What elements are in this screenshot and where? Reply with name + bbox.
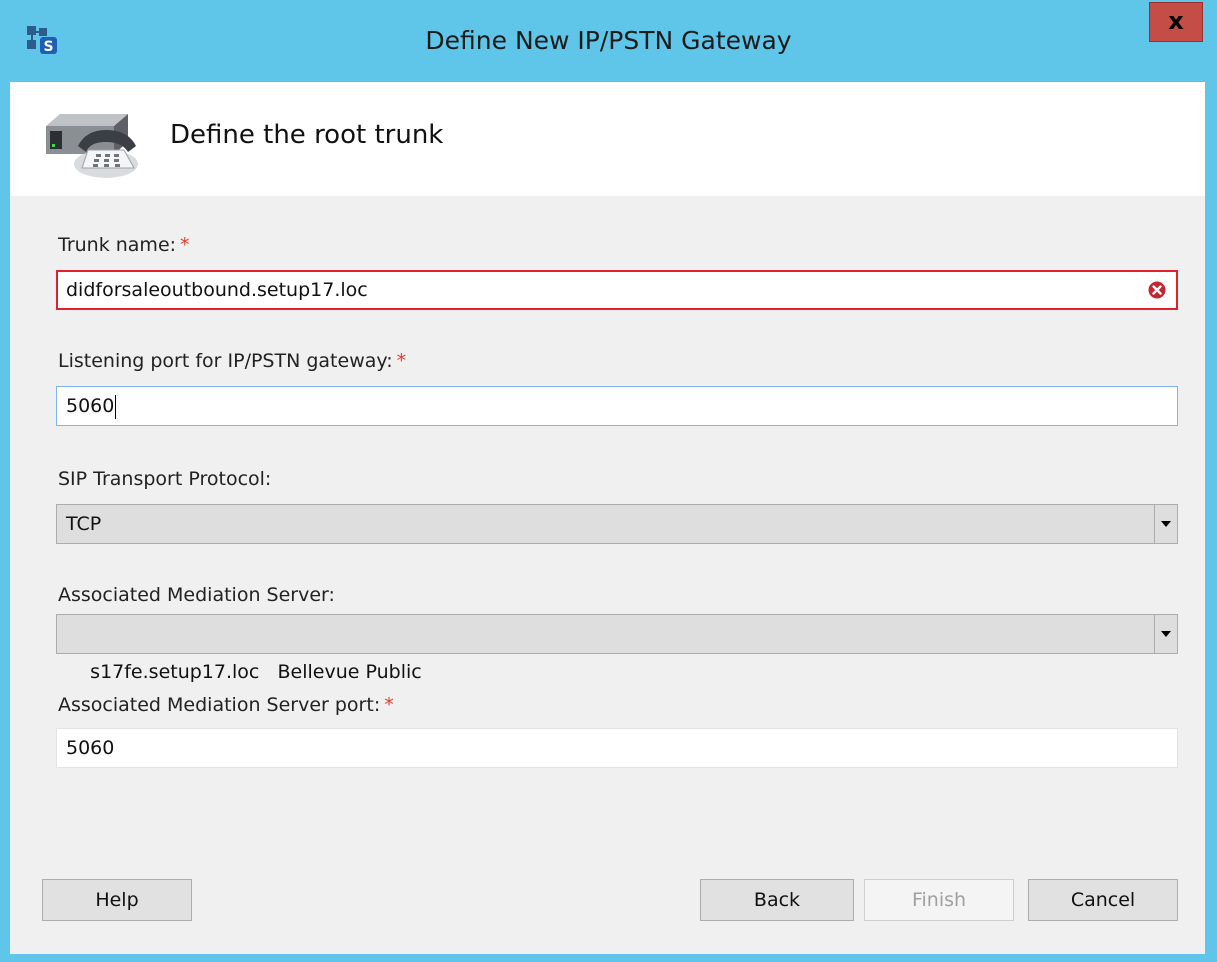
window-title: Define New IP/PSTN Gateway xyxy=(425,26,792,55)
listening-port-input[interactable]: 5060 xyxy=(56,386,1178,426)
mediation-port-value: 5060 xyxy=(66,737,115,759)
cancel-button[interactable]: Cancel xyxy=(1028,879,1178,921)
required-asterisk: * xyxy=(180,234,190,256)
close-button[interactable]: x xyxy=(1149,2,1203,42)
trunk-name-input[interactable]: didforsaleoutbound.setup17.loc xyxy=(56,270,1178,310)
listening-port-label-text: Listening port for IP/PSTN gateway: xyxy=(58,350,393,372)
mediation-server-label: Associated Mediation Server: xyxy=(58,584,335,606)
text-caret xyxy=(115,394,117,419)
mediation-port-label-text: Associated Mediation Server port: xyxy=(58,694,381,716)
trunk-name-value: didforsaleoutbound.setup17.loc xyxy=(66,279,368,301)
validation-error-icon xyxy=(1148,281,1166,299)
sip-transport-selected: TCP xyxy=(66,513,102,535)
required-asterisk: * xyxy=(396,350,407,372)
mediation-server-dropdown[interactable]: s17fe.setup17.loc Bellevue Public xyxy=(56,614,1178,683)
required-asterisk: * xyxy=(384,694,394,716)
back-button[interactable]: Back xyxy=(700,879,854,921)
chevron-down-icon xyxy=(1161,631,1171,637)
trunk-name-label: Trunk name: * xyxy=(58,234,190,256)
wizard-header: Define the root trunk xyxy=(10,82,1205,196)
help-button[interactable]: Help xyxy=(42,879,192,921)
dropdown-button[interactable] xyxy=(1154,505,1177,543)
mediation-port-input[interactable]: 5060 xyxy=(56,728,1178,768)
listening-port-label: Listening port for IP/PSTN gateway: * xyxy=(58,350,406,372)
chevron-down-icon xyxy=(1161,521,1171,527)
wizard-step-title: Define the root trunk xyxy=(170,120,444,150)
finish-button[interactable]: Finish xyxy=(864,879,1014,921)
pstn-gateway-phone-icon xyxy=(46,114,138,178)
dialog-client-area: Define the root trunk Trunk name: * didfo… xyxy=(10,82,1205,954)
sip-transport-label: SIP Transport Protocol: xyxy=(58,468,272,490)
mediation-port-label: Associated Mediation Server port: * xyxy=(58,694,394,716)
title-bar: S Define New IP/PSTN Gateway x xyxy=(0,0,1217,82)
dropdown-button[interactable] xyxy=(1154,615,1177,653)
mediation-server-selected: s17fe.setup17.loc Bellevue Public xyxy=(90,661,422,683)
sip-transport-dropdown[interactable]: TCP xyxy=(56,504,1178,544)
listening-port-value: 5060 xyxy=(66,395,115,417)
trunk-name-label-text: Trunk name: xyxy=(58,234,177,256)
